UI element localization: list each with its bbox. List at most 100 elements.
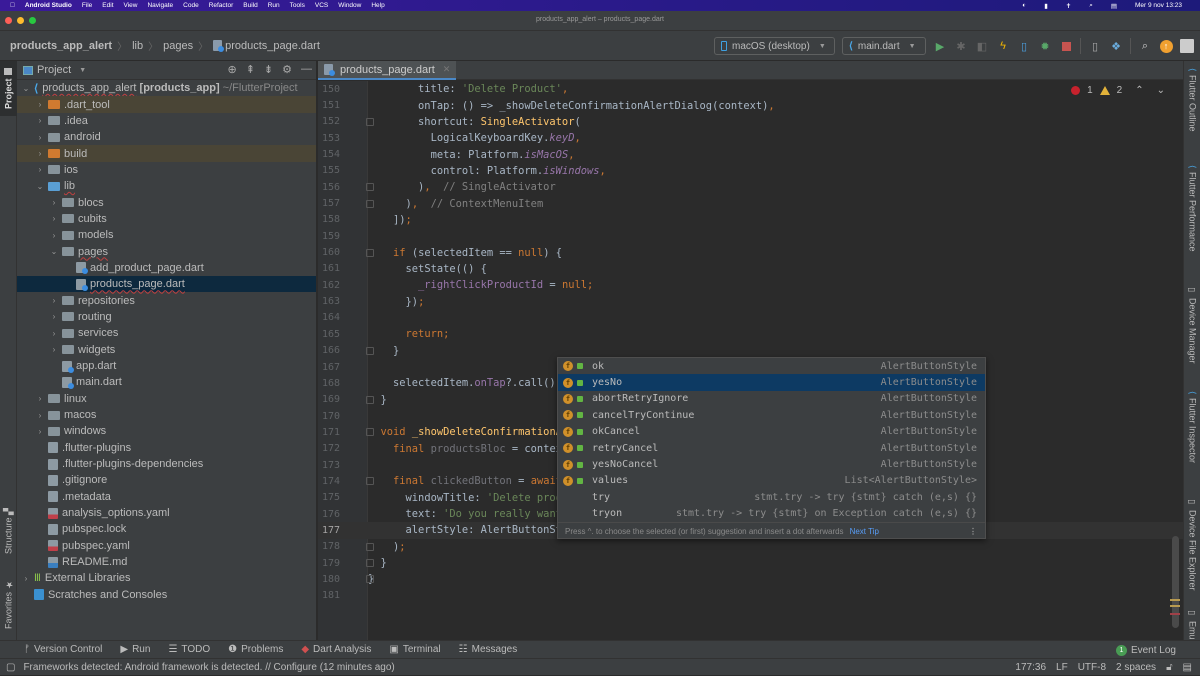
line-number[interactable]: 167 — [318, 362, 340, 373]
fold-marker-icon[interactable] — [366, 117, 374, 126]
hide-panel-icon[interactable]: — — [301, 63, 312, 76]
tool-run[interactable]: ▶ Run — [120, 644, 150, 655]
line-number[interactable]: 173 — [318, 460, 340, 471]
fold-marker-icon[interactable] — [366, 477, 374, 486]
more-options-icon[interactable]: ⋮ — [969, 527, 977, 536]
tree-item[interactable]: › cubits — [17, 211, 316, 227]
tree-item[interactable]: › widgets — [17, 342, 316, 358]
device-manager-icon[interactable]: ▯ — [1088, 39, 1102, 53]
search-icon[interactable]: ⌕ — [1138, 39, 1152, 53]
fold-marker-icon[interactable] — [366, 248, 374, 257]
lock-icon[interactable]: 🔓︎ — [1166, 662, 1172, 673]
line-number[interactable]: 166 — [318, 345, 340, 356]
device-selector[interactable]: macOS (desktop) ▼ — [714, 37, 835, 55]
code-line[interactable]: 180} — [318, 571, 1183, 587]
code-line[interactable]: 153 LogicalKeyboardKey.keyD, — [318, 130, 1183, 146]
line-number[interactable]: 178 — [318, 541, 340, 552]
sdk-manager-icon[interactable]: ❖ — [1109, 39, 1123, 53]
code-line[interactable]: 154 meta: Platform.isMacOS, — [318, 146, 1183, 162]
gear-icon[interactable]: ⚙ — [282, 63, 292, 76]
tree-item[interactable]: .gitignore — [17, 472, 316, 488]
tree-item[interactable]: .flutter-plugins-dependencies — [17, 456, 316, 472]
fold-marker-icon[interactable] — [366, 428, 374, 437]
tree-item[interactable]: › routing — [17, 309, 316, 325]
chevron-right-icon[interactable]: › — [35, 427, 45, 436]
tree-item[interactable]: .metadata — [17, 489, 316, 505]
chevron-right-icon[interactable]: › — [35, 165, 45, 174]
tool-dart-analysis[interactable]: ◆ Dart Analysis — [301, 644, 371, 655]
code-line[interactable]: 155 control: Platform.isWindows, — [318, 163, 1183, 179]
menu-file[interactable]: File — [82, 2, 92, 9]
code-line[interactable]: 162 _rightClickProductId = null; — [318, 277, 1183, 293]
completion-item[interactable]: f abortRetryIgnore AlertButtonStyle — [558, 391, 985, 407]
tree-item[interactable]: .flutter-plugins — [17, 440, 316, 456]
tool-tab-device-manager[interactable]: ▭ Device Manager — [1184, 283, 1200, 373]
fold-marker-icon[interactable] — [366, 575, 374, 584]
tool-tab-project[interactable]: Project — [0, 61, 17, 116]
tree-item[interactable]: › android — [17, 129, 316, 145]
code-line[interactable]: 158 ]); — [318, 212, 1183, 228]
warning-marker[interactable] — [1170, 605, 1180, 607]
tool-problems[interactable]: ❶ Problems — [228, 644, 283, 655]
line-number[interactable]: 155 — [318, 165, 340, 176]
account-avatar[interactable] — [1180, 39, 1194, 53]
chevron-right-icon[interactable]: › — [49, 198, 59, 207]
completion-item[interactable]: f ok AlertButtonStyle — [558, 358, 985, 374]
code-line[interactable]: 178 ); — [318, 539, 1183, 555]
tree-item[interactable]: main.dart — [17, 374, 316, 390]
line-number[interactable]: 159 — [318, 231, 340, 242]
chevron-right-icon[interactable]: › — [49, 329, 59, 338]
coverage-icon[interactable]: ◧ — [975, 39, 989, 53]
tree-item[interactable]: › blocs — [17, 194, 316, 210]
fold-marker-icon[interactable] — [366, 395, 374, 404]
code-line[interactable]: 179 } — [318, 555, 1183, 571]
tree-item[interactable]: › build — [17, 145, 316, 162]
code-line[interactable]: 157 ), // ContextMenuItem — [318, 195, 1183, 211]
status-message[interactable]: Frameworks detected: Android framework i… — [23, 662, 394, 673]
line-number[interactable]: 169 — [318, 394, 340, 405]
line-number[interactable]: 156 — [318, 182, 340, 193]
event-log-button[interactable]: 1 Event Log — [1115, 641, 1176, 659]
tree-item[interactable]: pubspec.yaml — [17, 538, 316, 554]
tree-item[interactable]: › ios — [17, 162, 316, 178]
tool-tab-flutter-performance[interactable]: ⟨ Flutter Performance — [1184, 163, 1200, 278]
code-line[interactable]: 181 — [318, 588, 1183, 604]
fold-marker-icon[interactable] — [366, 183, 374, 192]
project-view-selector[interactable]: Project — [37, 64, 71, 76]
app-menu[interactable]: Android Studio — [25, 2, 72, 9]
editor-tab[interactable]: products_page.dart ✕ — [318, 61, 457, 80]
chevron-right-icon[interactable]: › — [49, 345, 59, 354]
tool-tab-emulator[interactable]: ▭ Emulator — [1184, 606, 1200, 640]
line-number[interactable]: 168 — [318, 378, 340, 389]
run-icon[interactable]: ▶ — [933, 39, 947, 53]
hot-restart-icon[interactable]: ▯ — [1017, 39, 1031, 53]
tree-root[interactable]: ⌄ ⟨ products_app_alert [products_app] ~/… — [17, 80, 316, 96]
spotlight-icon[interactable]: ⌕ — [1089, 2, 1093, 10]
code-line[interactable]: 152 shortcut: SingleActivator( — [318, 114, 1183, 130]
battery-icon[interactable]: ▮ — [1044, 2, 1048, 10]
completion-item[interactable]: f yesNo AlertButtonStyle — [558, 374, 985, 391]
line-number[interactable]: 161 — [318, 263, 340, 274]
fold-marker-icon[interactable] — [366, 542, 374, 551]
tree-item[interactable]: › .dart_tool — [17, 96, 316, 113]
tree-item[interactable]: › windows — [17, 423, 316, 439]
code-line[interactable]: 164 — [318, 310, 1183, 326]
tree-item[interactable]: › models — [17, 227, 316, 243]
line-number[interactable]: 179 — [318, 558, 340, 569]
code-line[interactable]: 160 if (selectedItem == null) { — [318, 244, 1183, 260]
fold-marker-icon[interactable] — [366, 199, 374, 208]
completion-item[interactable]: try stmt.try -> try {stmt} catch (e,s) {} — [558, 489, 985, 505]
menu-tools[interactable]: Tools — [290, 2, 305, 9]
tool-tab-flutter-inspector[interactable]: ⟨ Flutter Inspector — [1184, 389, 1200, 489]
breadcrumb-lib[interactable]: lib — [132, 40, 143, 52]
tree-item[interactable]: › repositories — [17, 292, 316, 308]
tree-item[interactable]: analysis_options.yaml — [17, 505, 316, 521]
status-panel-toggle-icon[interactable]: ▢ — [6, 662, 15, 673]
notifications-icon[interactable]: ▤ — [1183, 662, 1192, 673]
tool-tab-device-file-explorer[interactable]: ▭ Device File Explorer — [1184, 495, 1200, 600]
run-config-selector[interactable]: ⟨ main.dart ▼ — [842, 37, 926, 55]
chevron-right-icon[interactable]: › — [49, 296, 59, 305]
line-number[interactable]: 154 — [318, 149, 340, 160]
chevron-down-icon[interactable]: ▼ — [79, 67, 86, 74]
next-tip-link[interactable]: Next Tip — [850, 527, 879, 536]
